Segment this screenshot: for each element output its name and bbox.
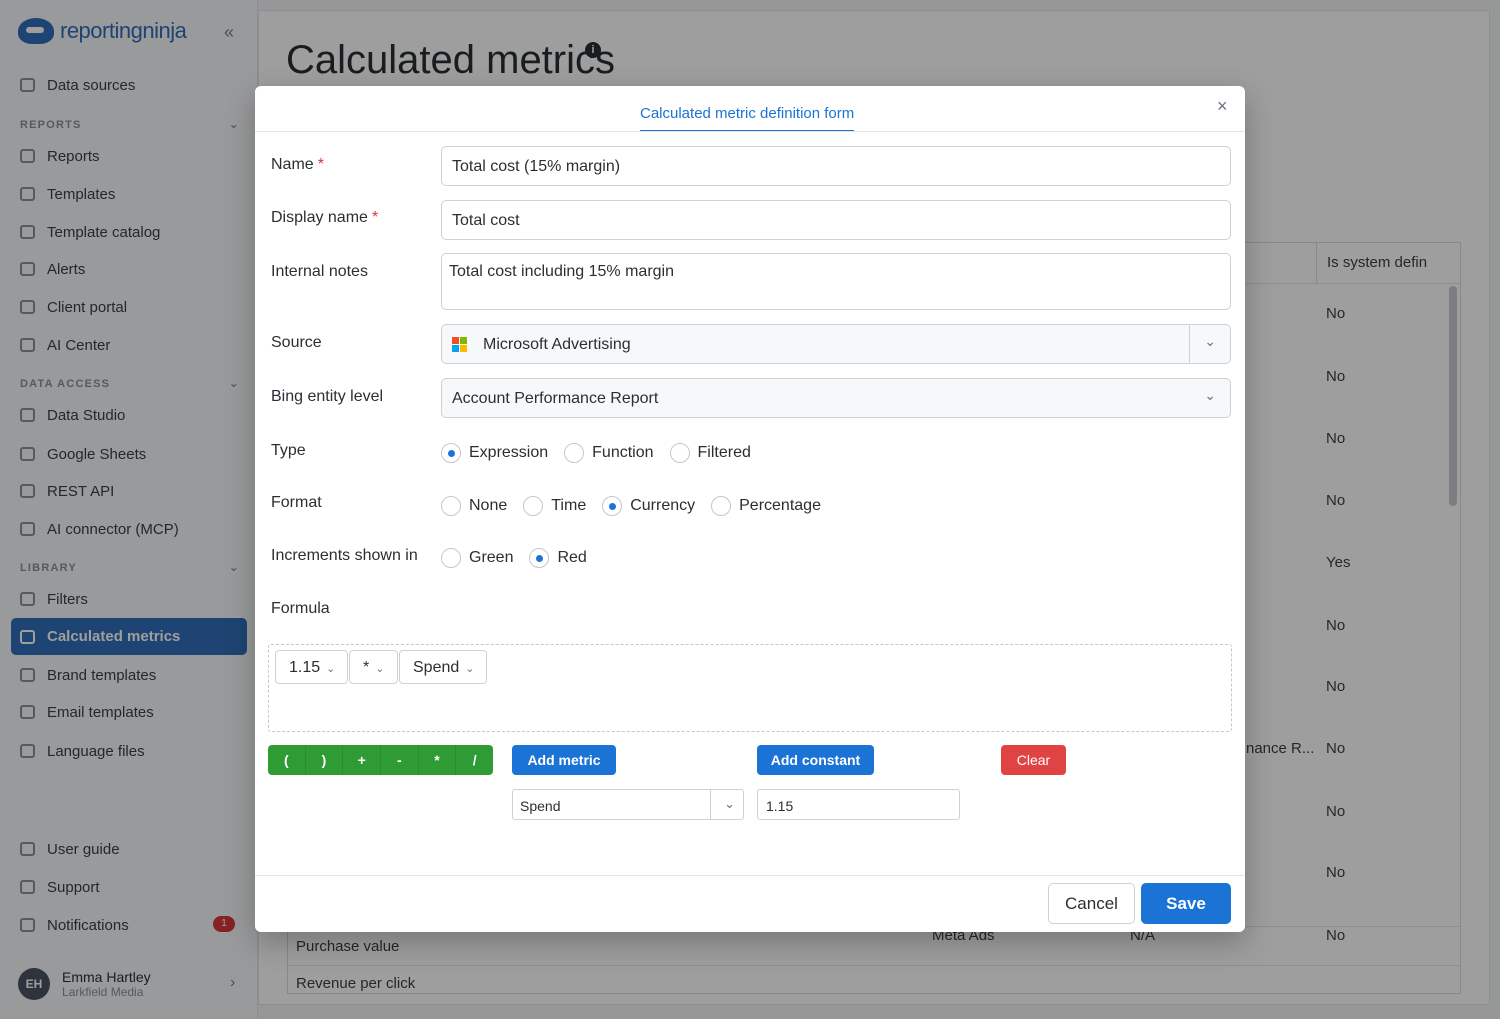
cancel-button[interactable]: Cancel [1048,883,1135,924]
radio-button[interactable] [523,496,544,516]
name-field[interactable]: Total cost (15% margin) [441,146,1231,186]
type-option-filtered[interactable]: Filtered [669,443,751,463]
footer-divider [255,875,1245,876]
source-select[interactable]: Microsoft Advertising ⌄ [441,324,1231,364]
radio-label: None [469,497,508,514]
display-name-label: Display name * [271,209,378,227]
radio-label: Function [592,444,654,461]
source-value: Microsoft Advertising [483,336,631,353]
format-option-time[interactable]: Time [523,496,586,516]
increments-option-red[interactable]: Red [529,548,587,568]
radio-button[interactable] [711,496,732,516]
chevron-down-icon[interactable]: ⌄ [1204,333,1216,350]
microsoft-logo-icon [452,337,467,352]
radio-label: Filtered [697,444,751,461]
operator-divide-button[interactable]: / [456,745,493,775]
radio-button[interactable] [441,496,461,516]
close-icon[interactable]: × [1217,96,1228,117]
required-mark: * [371,209,379,226]
name-label: Name * [271,156,324,174]
operator-minus-button[interactable]: - [381,745,419,775]
radio-label: Time [551,497,587,514]
tab-definition-form[interactable]: Calculated metric definition form [640,105,855,132]
calculated-metric-dialog: Calculated metric definition form × Name… [255,86,1245,932]
format-option-percentage[interactable]: Percentage [711,496,821,516]
radio-label: Green [469,549,514,566]
clear-button[interactable]: Clear [1001,745,1066,775]
select-divider [1189,325,1190,363]
internal-notes-textarea[interactable]: Total cost including 15% margin [441,253,1231,310]
formula-token-metric[interactable]: Spend ⌄ [399,650,487,684]
internal-notes-label: Internal notes [271,263,368,280]
type-radio-group: Expression Function Filtered [441,443,767,463]
radio-label: Red [557,549,587,566]
type-option-expression[interactable]: Expression [441,443,548,463]
chevron-down-icon: ⌄ [375,663,385,675]
required-mark: * [317,156,324,173]
radio-button[interactable] [669,443,690,463]
metric-select[interactable]: Spend ⌄ [512,789,744,820]
format-option-none[interactable]: None [441,496,507,516]
chevron-down-icon: ⌄ [326,663,336,675]
token-text: 1.15 [289,659,321,676]
radio-button[interactable] [441,548,461,568]
chevron-down-icon: ⌄ [465,663,475,675]
chevron-down-icon[interactable]: ⌄ [724,796,735,812]
constant-input[interactable]: 1.15 [757,789,960,820]
operator-plus-button[interactable]: + [343,745,382,775]
display-name-field[interactable]: Total cost [441,200,1231,240]
radio-button[interactable] [441,443,461,463]
radio-button[interactable] [602,496,623,516]
entity-level-label: Bing entity level [271,388,384,405]
operator-multiply-button[interactable]: * [419,745,457,775]
increments-option-green[interactable]: Green [441,548,513,568]
token-text: * [363,659,370,676]
radio-label: Currency [630,497,696,514]
radio-button[interactable] [564,443,585,463]
increments-radio-group: Green Red [441,548,603,568]
metric-select-value: Spend [520,798,561,814]
entity-level-select[interactable]: Account Performance Report ⌄ [441,378,1231,418]
format-radio-group: None Time Currency Percentage [441,496,837,516]
token-text: Spend [413,659,460,676]
formula-builder[interactable]: 1.15 ⌄ * ⌄ Spend ⌄ [268,644,1232,732]
formula-token-constant[interactable]: 1.15 ⌄ [275,650,348,684]
operator-close-paren-button[interactable]: ) [306,745,344,775]
entity-level-value: Account Performance Report [452,390,659,407]
tab-divider [255,131,1245,132]
radio-button[interactable] [529,548,550,568]
operator-buttons: ( ) + - * / [268,745,493,775]
select-divider [710,790,711,819]
type-label: Type [271,442,306,459]
format-option-currency[interactable]: Currency [602,496,695,516]
operator-open-paren-button[interactable]: ( [268,745,306,775]
radio-label: Expression [469,444,549,461]
label-text: Name [271,156,314,173]
add-constant-button[interactable]: Add constant [757,745,874,775]
source-label: Source [271,334,322,351]
type-option-function[interactable]: Function [564,443,654,463]
formula-token-operator[interactable]: * ⌄ [349,650,398,684]
increments-label: Increments shown in [271,547,418,564]
format-label: Format [271,494,322,511]
label-text: Display name [271,209,368,226]
add-metric-button[interactable]: Add metric [512,745,616,775]
formula-label: Formula [271,600,330,617]
chevron-down-icon: ⌄ [1204,387,1216,403]
save-button[interactable]: Save [1141,883,1231,924]
radio-label: Percentage [739,497,821,514]
